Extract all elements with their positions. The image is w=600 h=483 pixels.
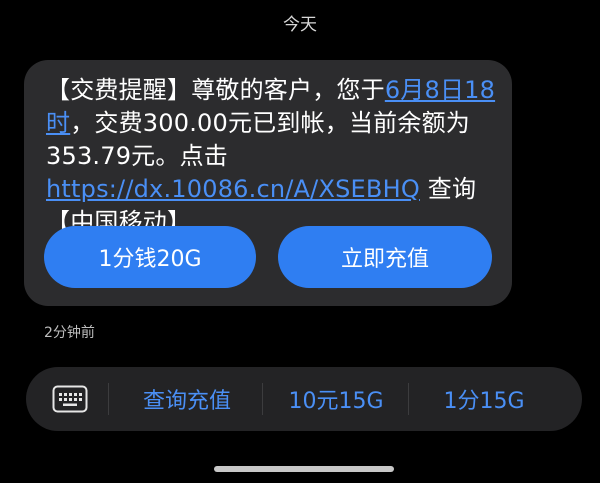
quick-reply-divider (108, 383, 109, 415)
message-text: 【交费提醒】尊敬的客户，您于6月8日18时，交费300.00元已到帐，当前余额为… (46, 74, 496, 239)
url-link[interactable]: https://dx.10086.cn/A/XSEBHQ (46, 175, 420, 203)
message-timestamp: 2分钟前 (44, 325, 95, 341)
date-header: 今天 (283, 15, 317, 35)
quick-reply-divider (262, 383, 263, 415)
offer-button[interactable]: 1分钱20G (44, 226, 256, 288)
message-text-part1: 【交费提醒】尊敬的客户，您于 (46, 76, 385, 104)
message-text-part2: ，交费300.00元已到帐，当前余额为353.79元。点击 (46, 109, 470, 170)
quick-reply-1fen-15g[interactable]: 1分15G (410, 367, 558, 431)
quick-reply-10yuan-15g[interactable]: 10元15G (264, 367, 408, 431)
message-bubble: 【交费提醒】尊敬的客户，您于6月8日18时，交费300.00元已到帐，当前余额为… (24, 60, 512, 306)
home-indicator[interactable] (214, 466, 394, 472)
keyboard-icon[interactable] (52, 385, 88, 413)
quick-reply-query-recharge[interactable]: 查询充值 (112, 367, 262, 431)
recharge-button[interactable]: 立即充值 (278, 226, 492, 288)
quick-reply-bar: 查询充值 10元15G 1分15G (26, 367, 582, 431)
quick-reply-divider (408, 383, 409, 415)
